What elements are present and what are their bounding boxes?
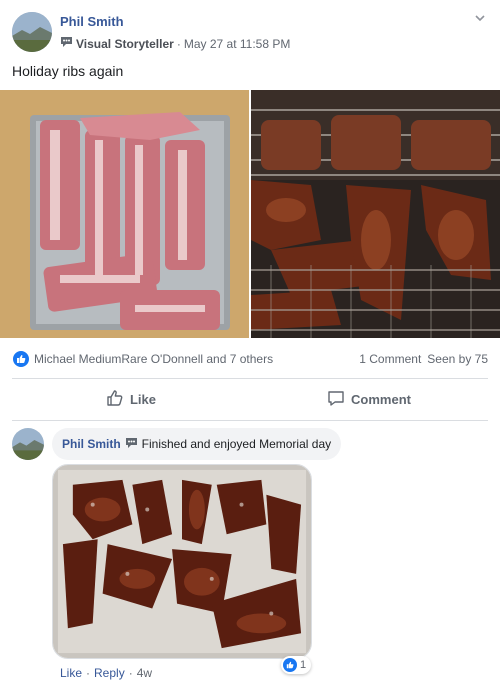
seen-count[interactable]: Seen by 75 [427, 352, 488, 366]
comment-label: Comment [351, 391, 411, 407]
like-button[interactable]: Like [12, 382, 250, 416]
separator: · [176, 36, 181, 51]
comment-reactions[interactable]: 1 [281, 656, 312, 674]
chevron-down-icon[interactable] [472, 12, 488, 28]
post-text: Holiday ribs again [12, 63, 124, 79]
like-reaction-icon [283, 658, 297, 672]
comment-button[interactable]: Comment [250, 382, 488, 416]
divider [12, 378, 488, 379]
comment-count[interactable]: 1 Comment [359, 352, 421, 366]
meta-separator: · [128, 666, 133, 680]
comment-reaction-count: 1 [300, 659, 307, 671]
comment-photo-finished-ribs[interactable] [52, 464, 312, 659]
storyteller-badge-icon [125, 437, 138, 452]
comment-like-link[interactable]: Like [60, 666, 82, 680]
author-avatar[interactable] [12, 12, 52, 52]
post-subline: Visual Storyteller · May 27 at 11:58 PM [60, 36, 290, 51]
post-actions: Like Comment [12, 382, 488, 416]
comment-bubble: Phil Smith Finished and enjoyed Memorial… [52, 428, 342, 460]
reactions-bar: Michael MediumRare O'Donnell and 7 other… [12, 350, 488, 368]
post-photo-smoker-ribs[interactable] [251, 90, 500, 338]
reaction-names[interactable]: Michael MediumRare O'Donnell and 7 other… [34, 352, 273, 366]
comment-reply-link[interactable]: Reply [94, 666, 125, 680]
storyteller-badge-icon [60, 36, 73, 51]
like-label: Like [129, 391, 156, 407]
comment-icon [327, 389, 345, 410]
comment-text: Finished and enjoyed Memorial day [141, 437, 332, 451]
post-header: Phil Smith Visual Storyteller · May 27 a… [12, 12, 488, 54]
divider [12, 420, 488, 421]
comment-age[interactable]: 4w [137, 666, 152, 680]
thumbs-up-icon [106, 389, 124, 410]
meta-separator: · [86, 666, 91, 680]
post-timestamp[interactable]: May 27 at 11:58 PM [184, 37, 291, 51]
post-photo-raw-ribs[interactable] [0, 90, 249, 338]
reaction-counts: 1 Comment Seen by 75 [359, 352, 488, 366]
badge-label[interactable]: Visual Storyteller [76, 37, 174, 51]
commenter-avatar[interactable] [12, 428, 44, 460]
like-reaction-icon [12, 350, 30, 368]
author-name[interactable]: Phil Smith [60, 14, 124, 29]
comment-author[interactable]: Phil Smith [62, 437, 121, 451]
comment-meta: Like · Reply · 4w [60, 666, 152, 680]
